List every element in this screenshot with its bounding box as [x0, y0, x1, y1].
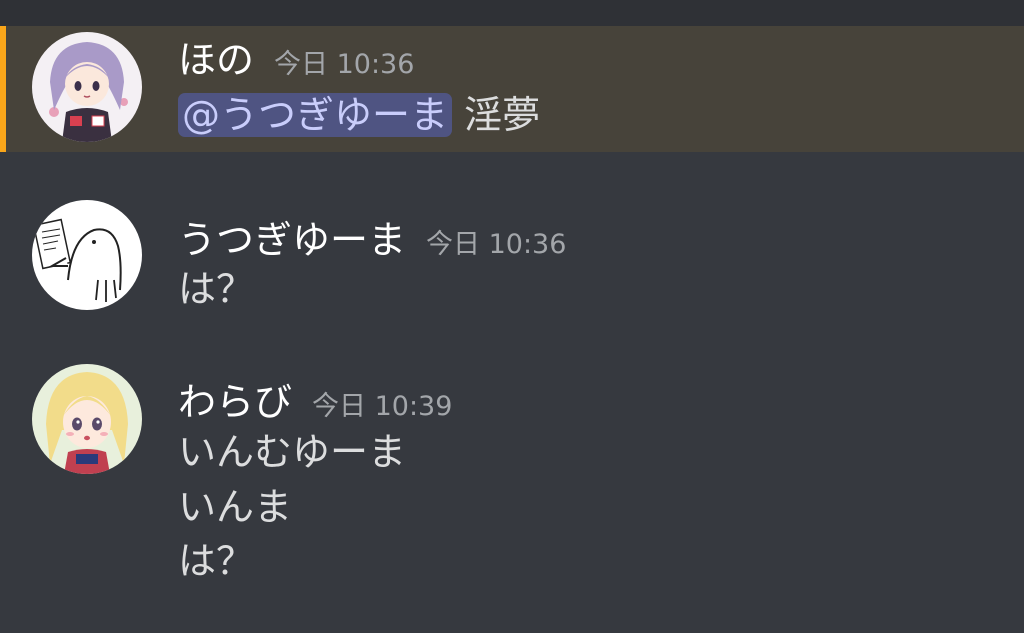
username[interactable]: ほの [178, 38, 254, 82]
message-header: わらび 今日 10:39 [178, 380, 452, 429]
message-content: いんま [178, 483, 292, 531]
purple-haired-anime-girl-avatar-icon [32, 32, 142, 142]
message-text: は？ [178, 539, 255, 583]
timestamp: 今日 10:39 [312, 391, 453, 422]
avatar[interactable] [32, 32, 142, 142]
message-item: うつぎゆーま 今日 10:36 は？ [0, 190, 1024, 320]
message-content: は？ [178, 265, 254, 313]
message-header: ほの 今日 10:36 [178, 38, 414, 87]
message-content: @うつぎゆーま 淫夢 [178, 91, 540, 139]
user-mention[interactable]: @うつぎゆーま [178, 93, 453, 137]
timestamp: 今日 10:36 [426, 229, 567, 260]
message-content: は？ [178, 537, 254, 585]
message-text: は？ [178, 267, 255, 311]
username[interactable]: うつぎゆーま [178, 218, 406, 262]
message-content: いんむゆーま [178, 428, 406, 476]
mention-highlight-bar [0, 26, 6, 152]
avatar[interactable] [32, 200, 142, 310]
message-header: うつぎゆーま 今日 10:36 [178, 218, 566, 267]
channel-top-strip [0, 0, 1024, 26]
message-text: いんむゆーま [178, 430, 407, 474]
bird-sketch-avatar-icon [32, 200, 142, 310]
message-item: わらび 今日 10:39 いんむゆーま いんま は？ [0, 352, 1024, 592]
avatar[interactable] [32, 364, 142, 474]
message-text: いんま [178, 485, 293, 529]
blonde-anime-girl-avatar-icon [32, 364, 142, 474]
username[interactable]: わらび [178, 380, 292, 424]
message-item: ほの 今日 10:36 @うつぎゆーま 淫夢 [0, 26, 1024, 152]
message-text: 淫夢 [464, 93, 541, 137]
timestamp: 今日 10:36 [274, 49, 415, 80]
